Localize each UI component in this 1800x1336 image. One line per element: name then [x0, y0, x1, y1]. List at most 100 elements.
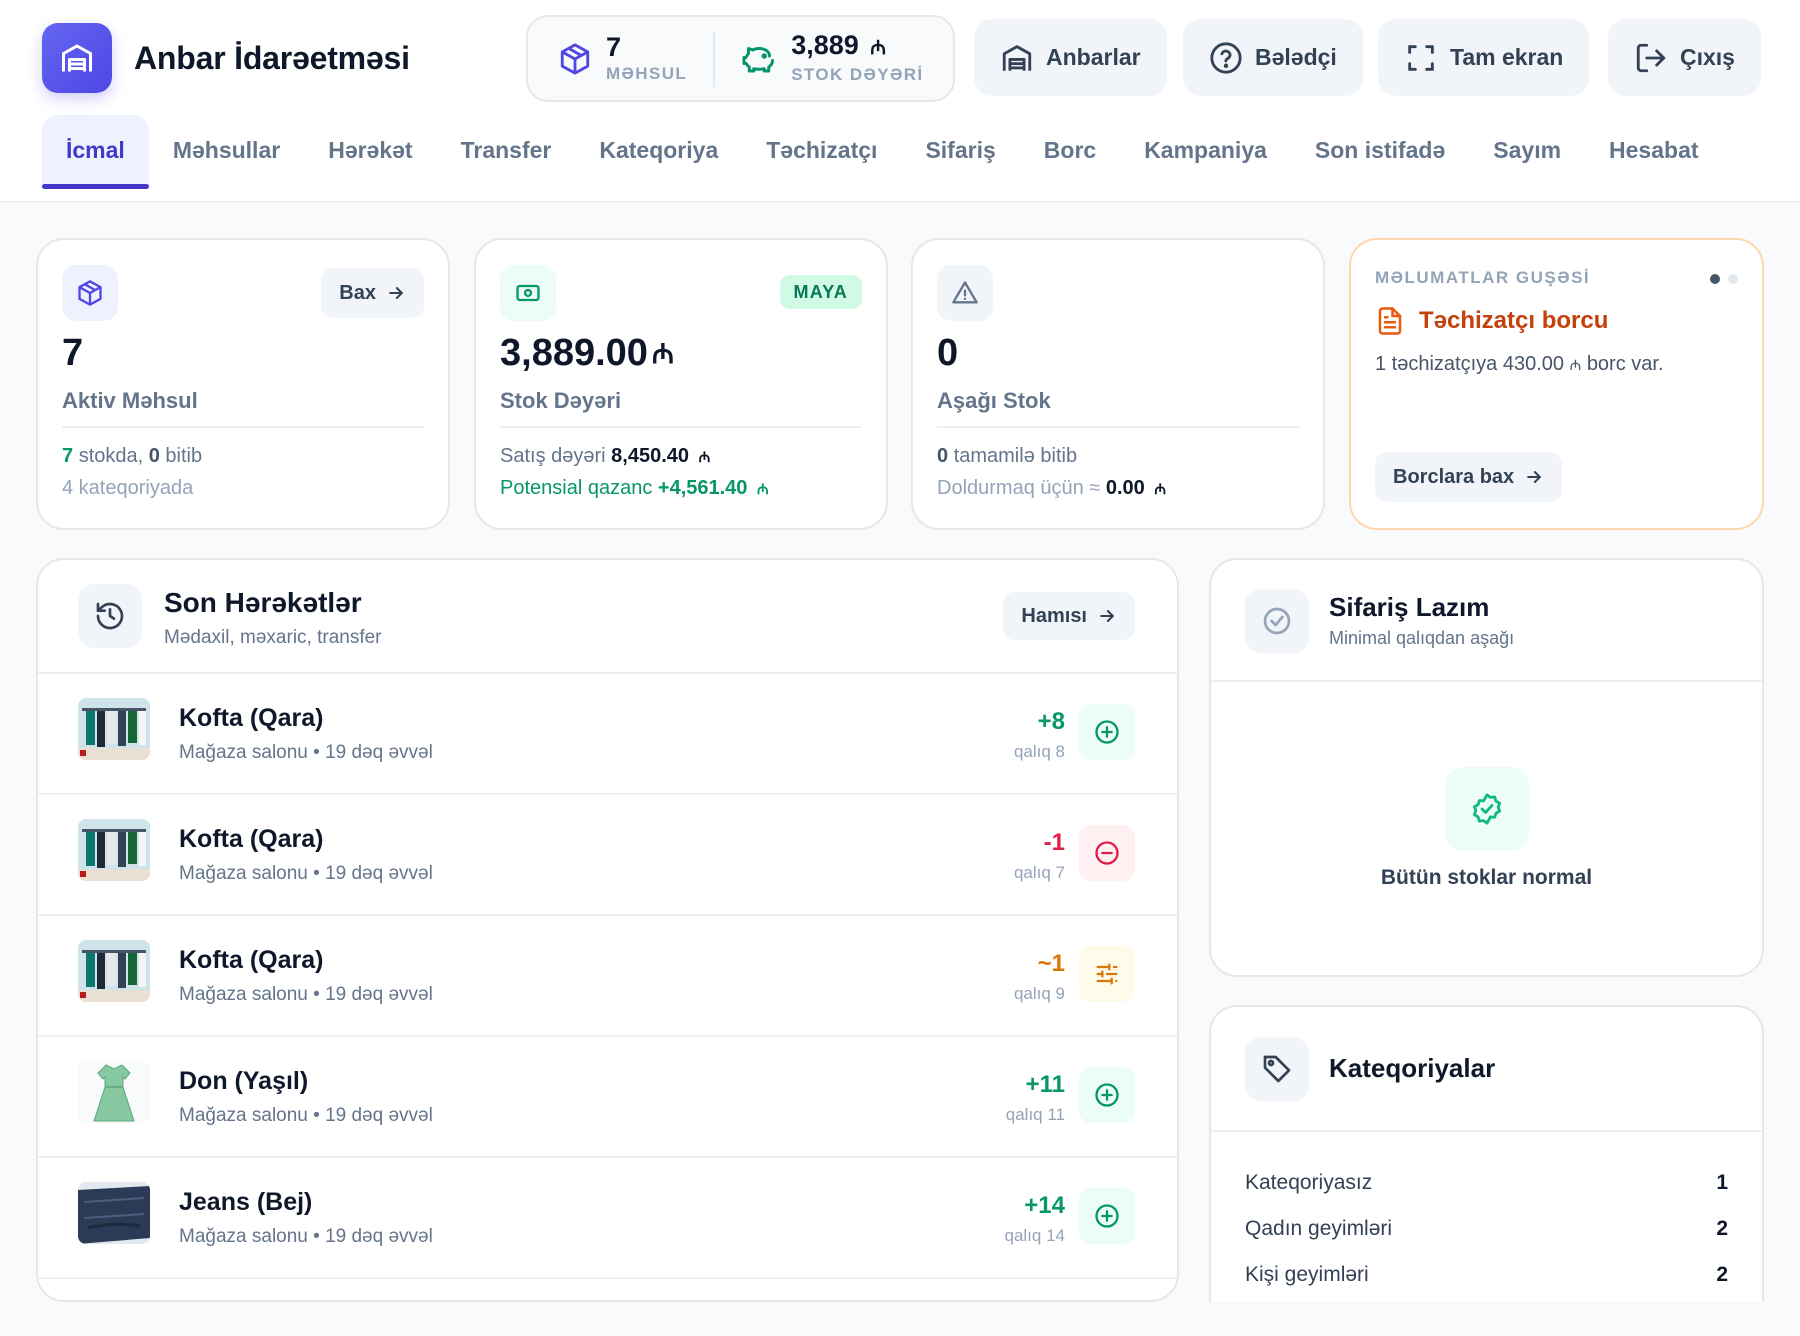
recent-movements-subtitle: Mədaxil, məxaric, transfer — [164, 627, 382, 648]
quantity-change: +11 — [1025, 1071, 1065, 1098]
product-thumbnail — [78, 940, 150, 1002]
check-circle-icon — [1245, 589, 1309, 653]
movement-meta: Mağaza salonu • 19 dəq əvvəl — [179, 742, 433, 763]
tab-category[interactable]: Kateqoriya — [575, 115, 742, 187]
manat-sign: ₼ — [756, 482, 769, 498]
tab-campaign[interactable]: Kampaniya — [1120, 115, 1291, 187]
order-needed-panel: Sifariş Lazım Minimal qalıqdan aşağı Büt… — [1209, 558, 1764, 977]
info-kicker: MƏLUMATLAR GUŞƏSİ — [1375, 268, 1591, 287]
info-title-text: Təchizatçı borcu — [1419, 307, 1609, 334]
tab-count[interactable]: Sayım — [1469, 115, 1585, 187]
stock-value-total: 3,889.00 ₼ — [500, 332, 674, 375]
movement-meta: Mağaza salonu • 19 dəq əvvəl — [179, 984, 433, 1005]
arrow-right-icon — [1527, 471, 1542, 483]
out-of-stock-count: 0 — [937, 445, 949, 467]
manat-sign: ₼ — [1154, 482, 1167, 498]
products-summary: 7 MƏHSUL — [528, 33, 687, 85]
summary-pill: 7 MƏHSUL 3,889 ₼ STOK DƏYƏRİ — [526, 15, 955, 102]
arrow-right-icon — [1100, 610, 1114, 622]
quantity-change: +14 — [1024, 1192, 1065, 1219]
categories-panel: Kateqoriyalar Kateqoriyasız 1 Qadın geyi… — [1209, 1005, 1764, 1302]
remaining-stock: qalıq 9 — [1013, 984, 1065, 1003]
in-stock-count: 7 — [62, 445, 74, 467]
main-tabs: İcmal Məhsullar Hərəkət Transfer Kateqor… — [42, 115, 1723, 189]
stock-value-summary: 3,889 ₼ — [791, 31, 923, 62]
stock-out-icon — [1079, 825, 1135, 881]
warehouse-icon — [42, 23, 112, 93]
tab-transfer[interactable]: Transfer — [437, 115, 576, 187]
movement-row[interactable]: Kofta (Qara) Mağaza salonu • 19 dəq əvvə… — [38, 916, 1177, 1037]
stock-value-number: 3,889.00 — [500, 332, 648, 374]
box-icon — [560, 42, 590, 75]
cost-badge: MAYA — [779, 275, 862, 309]
order-needed-title: Sifariş Lazım — [1329, 592, 1490, 622]
tab-supplier[interactable]: Təchizatçı — [742, 115, 901, 187]
recent-movements-title: Son Hərəkətlər — [164, 587, 362, 618]
stock-summary: 3,889 ₼ STOK DƏYƏRİ — [715, 31, 923, 86]
view-all-button[interactable]: Hamısı — [1003, 592, 1135, 640]
remaining-stock: qalıq 11 — [1005, 1105, 1065, 1124]
fullscreen-label: Tam ekran — [1450, 44, 1564, 70]
active-products-card: Bax 7 Aktiv Məhsul 7 stokda, 0 bitib 4 k… — [36, 238, 450, 530]
tab-movements[interactable]: Hərəkət — [304, 115, 436, 187]
info-corner-card: MƏLUMATLAR GUŞƏSİ Təchizatçı borcu 1 təc… — [1349, 238, 1764, 530]
category-row[interactable]: Kişi geyimləri 2 — [1245, 1263, 1728, 1287]
movement-row[interactable]: Don (Yaşıl) Mağaza salonu • 19 dəq əvvəl… — [38, 1037, 1177, 1158]
panel-header: Son Hərəkətlər Mədaxil, məxaric, transfe… — [38, 560, 1177, 674]
manat-sign: ₼ — [870, 37, 887, 59]
remaining-stock: qalıq 14 — [1004, 1226, 1066, 1245]
info-text: 1 təchizatçıya 430.00 ₼ borc var. — [1375, 353, 1664, 376]
tab-debt[interactable]: Borc — [1020, 115, 1120, 187]
info-title: Təchizatçı borcu — [1375, 306, 1608, 336]
stock-value-number: 3,889 — [791, 30, 859, 60]
products-label: MƏHSUL — [606, 63, 688, 83]
manat-sign: ₼ — [698, 450, 711, 466]
quantity-change: -1 — [1043, 829, 1065, 856]
fullscreen-icon — [1408, 44, 1434, 71]
divider — [500, 426, 862, 428]
tab-expiry[interactable]: Son istifadə — [1291, 115, 1469, 187]
tab-products[interactable]: Məhsullar — [149, 115, 304, 187]
carousel-dot[interactable] — [1728, 274, 1738, 284]
category-row[interactable]: Qadın geyimləri 2 — [1245, 1217, 1728, 1241]
carousel-dots[interactable] — [1702, 274, 1738, 284]
refill-line: Doldurmaq üçün ≈ 0.00 ₼ — [937, 477, 1166, 500]
active-products-value: 7 — [62, 332, 84, 374]
brand[interactable]: Anbar İdarəetməsi — [42, 23, 410, 93]
sale-value-line: Satış dəyəri 8,450.40 ₼ — [500, 445, 710, 468]
view-debts-button[interactable]: Borclara bax — [1375, 452, 1563, 502]
history-icon — [78, 584, 142, 648]
all-stock-normal-text: Bütün stoklar normal — [1380, 866, 1593, 889]
fullscreen-button[interactable]: Tam ekran — [1378, 19, 1590, 96]
category-name: Kateqoriyasız — [1245, 1171, 1373, 1194]
movement-row[interactable]: Kofta (Qara) Mağaza salonu • 19 dəq əvvə… — [38, 795, 1177, 916]
tab-report[interactable]: Hesabat — [1585, 115, 1722, 187]
logout-label: Çıxış — [1680, 44, 1735, 70]
out-of-stock-text: tamamilə bitib — [953, 445, 1078, 467]
warehouses-button[interactable]: Anbarlar — [974, 19, 1167, 96]
profit-amount: +4,561.40 — [657, 477, 748, 499]
box-icon — [62, 265, 118, 321]
view-products-button[interactable]: Bax — [321, 268, 424, 318]
movement-row[interactable]: Kofta (Qara) Mağaza salonu • 19 dəq əvvə… — [38, 674, 1177, 795]
guide-button[interactable]: Bələdçi — [1183, 19, 1363, 96]
low-stock-label: Aşağı Stok — [937, 388, 1051, 413]
category-row[interactable]: Kateqoriyasız 1 — [1245, 1171, 1728, 1195]
order-needed-subtitle: Minimal qalıqdan aşağı — [1329, 628, 1515, 648]
tab-overview[interactable]: İcmal — [42, 115, 149, 189]
quantity-change: ~1 — [1037, 950, 1065, 977]
logout-button[interactable]: Çıxış — [1608, 19, 1761, 96]
product-thumbnail — [78, 698, 150, 760]
low-stock-card: 0 Aşağı Stok 0 tamamilə bitib Doldurmaq … — [911, 238, 1325, 530]
out-of-stock-count: 0 — [148, 445, 160, 467]
carousel-dot-active[interactable] — [1710, 274, 1720, 284]
product-name: Kofta (Qara) — [179, 704, 324, 732]
document-icon — [1378, 307, 1402, 335]
top-header: Anbar İdarəetməsi 7 MƏHSUL 3,889 ₼ STOK … — [0, 0, 1800, 202]
movement-row[interactable]: Jeans (Bej) Mağaza salonu • 19 dəq əvvəl… — [38, 1158, 1177, 1279]
product-thumbnail — [78, 819, 150, 881]
view-debts-label: Borclara bax — [1393, 465, 1515, 488]
remaining-stock: qalıq 7 — [1013, 863, 1065, 882]
tab-order[interactable]: Sifariş — [901, 115, 1019, 187]
arrow-right-icon — [389, 287, 403, 299]
